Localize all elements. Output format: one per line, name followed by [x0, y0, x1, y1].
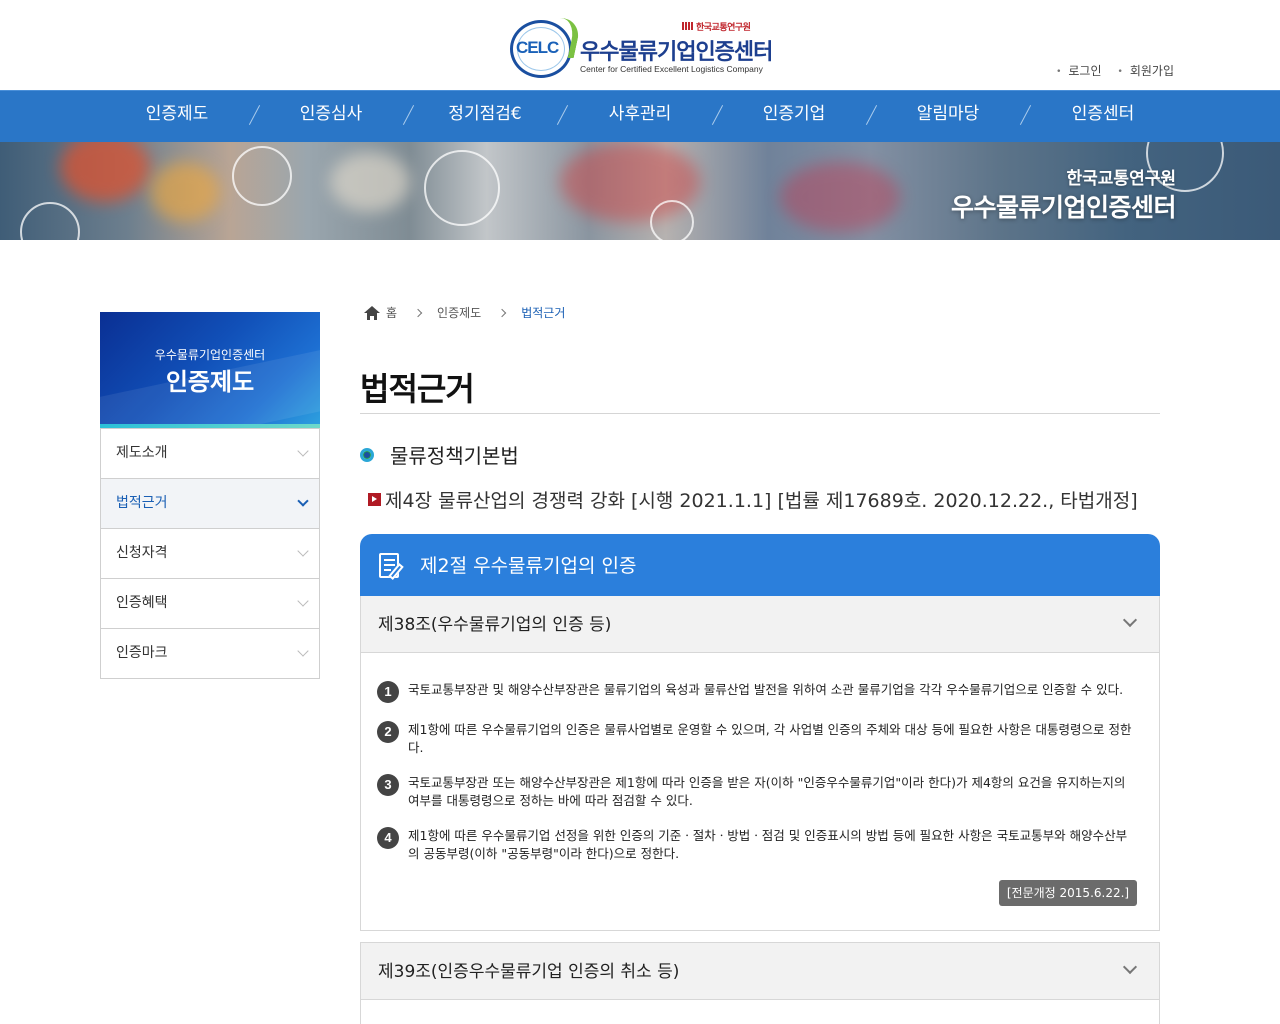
- network-icon: [20, 202, 80, 240]
- nav-separator: [556, 105, 569, 125]
- section-title: 제2절 우수물류기업의 인증: [420, 555, 637, 577]
- clause-number: 2: [377, 721, 399, 743]
- logo-mark: CELC: [516, 38, 559, 57]
- banner-subtitle: 한국교통연구원: [1066, 169, 1176, 189]
- sidebar-item-eligibility[interactable]: 신청자격: [101, 528, 319, 578]
- page-title: 법적근거: [360, 370, 475, 408]
- breadcrumb: 홈 인증제도 법적근거: [364, 304, 565, 321]
- nav-item-review[interactable]: 인증심사: [300, 91, 363, 143]
- nav-separator: [248, 105, 261, 125]
- logo-institute: 한국교통연구원: [696, 23, 751, 33]
- chevron-down-icon: [297, 445, 309, 457]
- sidebar-item-label: 인증마크: [116, 645, 168, 661]
- visual-banner: 한국교통연구원 우수물류기업인증센터: [0, 142, 1280, 240]
- site-header: CELC 한국교통연구원 우수물류기업인증센터 Center for Certi…: [0, 0, 1280, 90]
- nav-separator: [711, 105, 724, 125]
- law-heading: 물류정책기본법: [360, 440, 519, 469]
- sidebar-item-label: 신청자격: [116, 545, 168, 561]
- clause-number: 1: [377, 681, 399, 703]
- sidebar-item-legal-basis[interactable]: 법적근거: [101, 478, 319, 528]
- chevron-right-icon: [497, 308, 507, 317]
- amendment-badge: [전문개정 2015.6.22.]: [999, 880, 1137, 906]
- arrow-bullet-icon: [368, 493, 381, 506]
- article-toggle[interactable]: 제38조(우수물류기업의 인증 등): [361, 596, 1159, 652]
- nav-item-certified-companies[interactable]: 인증기업: [763, 91, 826, 143]
- logo-title: 우수물류기업인증센터: [580, 40, 773, 65]
- article-body: 1 국토교통부장관 및 해양수산부장관은 물류기업의 육성과 물류산업 발전을 …: [361, 652, 1159, 930]
- chevron-down-icon: [297, 595, 309, 607]
- breadcrumb-current: 법적근거: [521, 306, 566, 320]
- wireless-icon: [424, 150, 500, 226]
- clause-text: 제1항에 따른 우수물류기업의 인증은 물류사업별로 운영할 수 있으며, 각 …: [408, 722, 1132, 755]
- login-link[interactable]: 로그인: [1056, 62, 1101, 79]
- clause-text: 제1항에 따른 우수물류기업 선정을 위한 인증의 기준ㆍ절차ㆍ방법ㆍ점검 및 …: [408, 828, 1128, 861]
- clause-text: 국토교통부장관 및 해양수산부장관은 물류기업의 육성과 물류산업 발전을 위하…: [408, 682, 1124, 697]
- main-navigation: 인증제도 인증심사 정기점검€ 사후관리 인증기업 알림마당 인증센터: [0, 90, 1280, 142]
- chevron-down-icon: [297, 495, 309, 507]
- chevron-down-icon: [1122, 612, 1138, 628]
- nav-separator: [402, 105, 415, 125]
- article-title: 제38조(우수물류기업의 인증 등): [378, 615, 612, 635]
- clause-item: 2 제1항에 따른 우수물류기업의 인증은 물류사업별로 운영할 수 있으며, …: [377, 721, 1137, 756]
- article-accordion: 제39조(인증우수물류기업 인증의 취소 등): [360, 942, 1160, 1024]
- nav-item-certification-system[interactable]: 인증제도: [146, 91, 209, 143]
- sidebar-item-label: 제도소개: [116, 445, 168, 461]
- document-pen-icon: [377, 552, 407, 580]
- banner-bokeh: [330, 152, 410, 212]
- sidebar-item-mark[interactable]: 인증마크: [101, 628, 319, 678]
- nav-item-notice[interactable]: 알림마당: [917, 91, 980, 143]
- sidebar-header: 우수물류기업인증센터 인증제도: [100, 312, 320, 428]
- nav-item-post-management[interactable]: 사후관리: [609, 91, 672, 143]
- sidebar-subtitle: 우수물류기업인증센터: [154, 348, 266, 362]
- device-icon: [650, 200, 694, 240]
- kotie-logo-icon: [682, 22, 694, 30]
- cloud-icon: [232, 146, 292, 206]
- sidebar-title: 인증제도: [165, 368, 255, 396]
- chevron-down-icon: [297, 545, 309, 557]
- nav-item-inspection[interactable]: 정기점검€: [448, 91, 521, 143]
- banner-bokeh: [780, 162, 900, 232]
- article-title: 제39조(인증우수물류기업 인증의 취소 등): [378, 962, 680, 982]
- clause-item: 4 제1항에 따른 우수물류기업 선정을 위한 인증의 기준ㆍ절차ㆍ방법ㆍ점검 …: [377, 827, 1137, 862]
- article-body: [361, 999, 1159, 1024]
- clause-item: 3 국토교통부장관 또는 해양수산부장관은 제1항에 따라 인증을 받은 자(이…: [377, 774, 1137, 809]
- sidebar-item-label: 인증혜택: [116, 595, 168, 611]
- nav-item-center[interactable]: 인증센터: [1072, 91, 1135, 143]
- nav-separator: [865, 105, 878, 125]
- chapter-text: 제4장 물류산업의 경쟁력 강화 [시행 2021.1.1] [법률 제1768…: [385, 490, 1138, 512]
- title-divider: [360, 413, 1160, 414]
- breadcrumb-level1[interactable]: 인증제도: [437, 304, 481, 321]
- signup-link[interactable]: 회원가입: [1118, 62, 1174, 79]
- sidebar-item-benefits[interactable]: 인증혜택: [101, 578, 319, 628]
- chevron-down-icon: [1122, 959, 1138, 975]
- home-icon[interactable]: [364, 305, 380, 320]
- law-name: 물류정책기본법: [390, 444, 519, 468]
- utility-links: 로그인 회원가입: [1056, 62, 1174, 79]
- sidebar-item-label: 법적근거: [116, 495, 168, 511]
- nav-separator: [1019, 105, 1032, 125]
- chapter-heading: 제4장 물류산업의 경쟁력 강화 [시행 2021.1.1] [법률 제1768…: [368, 486, 1138, 513]
- sidebar-menu: 제도소개 법적근거 신청자격 인증혜택 인증마크: [100, 428, 320, 679]
- chevron-right-icon: [413, 308, 423, 317]
- breadcrumb-home[interactable]: 홈: [386, 304, 397, 321]
- clause-number: 3: [377, 774, 399, 796]
- article-accordion: 제38조(우수물류기업의 인증 등) 1 국토교통부장관 및 해양수산부장관은 …: [360, 596, 1160, 931]
- logo-subtitle: Center for Certified Excellent Logistics…: [580, 64, 763, 74]
- site-logo[interactable]: CELC 한국교통연구원 우수물류기업인증센터 Center for Certi…: [510, 18, 780, 78]
- clause-text: 국토교통부장관 또는 해양수산부장관은 제1항에 따라 인증을 받은 자(이하 …: [408, 775, 1126, 808]
- banner-title: 우수물류기업인증센터: [950, 193, 1177, 222]
- section-header: 제2절 우수물류기업의 인증: [360, 534, 1160, 596]
- clause-item: 1 국토교통부장관 및 해양수산부장관은 물류기업의 육성과 물류산업 발전을 …: [377, 681, 1137, 703]
- article-toggle[interactable]: 제39조(인증우수물류기업 인증의 취소 등): [361, 943, 1159, 999]
- sidebar-item-intro[interactable]: 제도소개: [101, 428, 319, 478]
- clause-number: 4: [377, 827, 399, 849]
- chevron-down-icon: [297, 645, 309, 657]
- circle-bullet-icon: [360, 447, 374, 462]
- banner-bokeh: [60, 142, 150, 202]
- banner-bokeh: [150, 162, 220, 222]
